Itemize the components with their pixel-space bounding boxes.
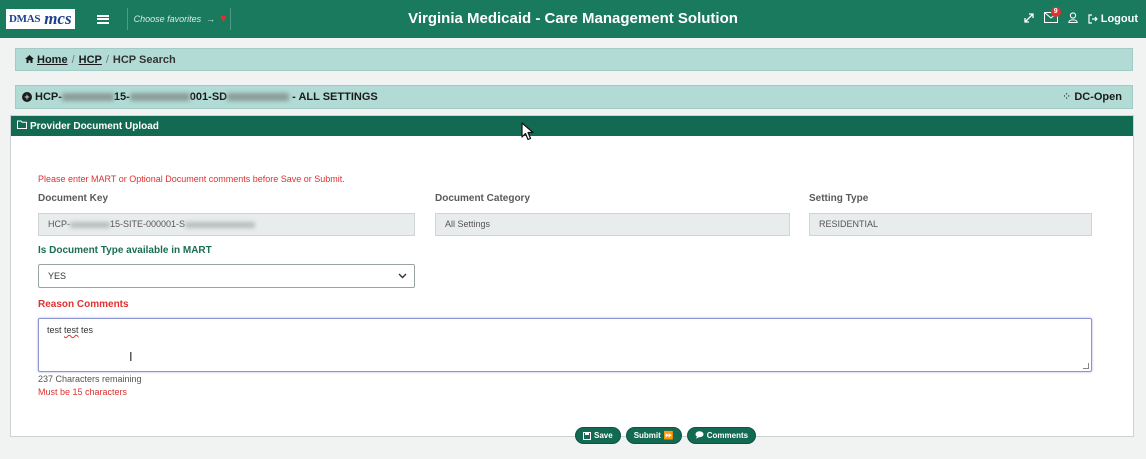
logo-mcs-text: mcs <box>43 9 75 29</box>
save-icon <box>583 431 591 440</box>
redacted-block <box>129 93 190 101</box>
redacted-block <box>61 93 114 101</box>
hcp-id-prefix: HCP- <box>35 91 62 103</box>
comments-button[interactable]: Comments <box>686 427 757 444</box>
breadcrumb-home-link[interactable]: Home <box>37 54 68 66</box>
expand-plus-icon[interactable]: + <box>22 92 32 102</box>
mart-availability-select[interactable]: YES <box>38 264 415 288</box>
reason-text-misspelled: test <box>64 325 79 335</box>
breadcrumb: Home / HCP / HCP Search <box>15 48 1133 71</box>
logout-label: Logout <box>1100 13 1138 25</box>
hcp-header: + HCP- 15- 001-SD - ALL SETTINGS ⁘ DC-Op… <box>15 85 1133 109</box>
status-indicator: ⁘ DC-Open <box>1062 86 1122 108</box>
submit-button[interactable]: Submit ⏩ <box>625 427 682 444</box>
save-button[interactable]: Save <box>575 427 621 444</box>
status-label: DC-Open <box>1074 91 1122 103</box>
chevron-down-icon <box>398 265 407 296</box>
comment-icon <box>695 430 704 441</box>
mart-availability-label: Is Document Type available in MART <box>38 245 212 256</box>
action-buttons: Save Submit ⏩ Comments <box>575 427 757 444</box>
provider-document-upload-panel: Provider Document Upload Please enter MA… <box>10 115 1134 444</box>
validation-message: Must be 15 characters <box>38 387 128 397</box>
redacted-block <box>227 93 290 101</box>
expand-icon[interactable] <box>1024 12 1034 26</box>
panel-header: Provider Document Upload <box>11 116 1133 136</box>
logout-button[interactable]: Logout <box>1088 13 1138 25</box>
mail-count-badge: 9 <box>1050 7 1061 17</box>
document-category-label: Document Category <box>435 193 531 204</box>
mouse-pointer-icon <box>521 122 534 141</box>
heart-icon: ♥ <box>220 13 227 25</box>
favorites-placeholder: Choose favorites <box>133 14 202 24</box>
text-cursor-icon: I <box>129 349 133 364</box>
hcp-id-suffix: - ALL SETTINGS <box>289 91 378 103</box>
folder-icon <box>17 120 27 132</box>
logo-dmas-text: DMAS <box>6 9 44 29</box>
reason-text-part1: test <box>47 325 65 335</box>
fast-forward-icon: ⏩ <box>663 431 674 440</box>
setting-type-label: Setting Type <box>809 193 869 204</box>
spinner-icon: ⁘ <box>1062 91 1072 103</box>
breadcrumb-separator: / <box>105 53 109 66</box>
mail-icon[interactable]: 9 <box>1043 7 1061 26</box>
document-category-field: All Settings <box>435 213 790 236</box>
document-key-field: HCP- 15-SITE-000001-S <box>38 213 415 236</box>
reason-comments-label: Reason Comments <box>38 299 129 310</box>
redacted-block <box>70 221 110 228</box>
hcp-id-part2: 001-SD <box>189 91 228 103</box>
chars-remaining: 237 Characters remaining <box>38 374 142 384</box>
menu-icon[interactable] <box>96 14 109 24</box>
redacted-block <box>185 221 256 228</box>
setting-type-field: RESIDENTIAL <box>809 213 1092 236</box>
resize-handle[interactable] <box>1083 363 1089 369</box>
arrow-right-icon: → <box>206 14 216 24</box>
breadcrumb-hcp-link[interactable]: HCP <box>79 54 102 66</box>
comments-label: Comments <box>706 431 749 440</box>
mart-selected-value: YES <box>48 271 67 281</box>
reason-text-part3: tes <box>78 325 94 335</box>
breadcrumb-current: HCP Search <box>112 53 176 66</box>
save-label: Save <box>594 431 613 440</box>
warning-message: Please enter MART or Optional Document c… <box>38 174 345 184</box>
document-key-label: Document Key <box>38 193 109 204</box>
favorites-dropdown[interactable]: Choose favorites → ♥ <box>126 8 231 30</box>
top-navbar: DMAS mcs Choose favorites → ♥ Virginia M… <box>0 0 1146 38</box>
dmas-mcs-logo[interactable]: DMAS mcs <box>6 6 75 32</box>
logout-icon <box>1088 14 1098 24</box>
user-icon[interactable] <box>1067 12 1078 26</box>
reason-comments-textarea[interactable]: test test tes I <box>38 318 1092 372</box>
breadcrumb-separator: / <box>71 53 75 66</box>
hcp-id-part1: 15- <box>113 91 130 103</box>
document-key-middle: 15-SITE-000001-S <box>110 219 186 229</box>
submit-label: Submit <box>633 431 661 440</box>
home-icon <box>25 54 34 66</box>
document-key-prefix: HCP- <box>48 219 70 229</box>
panel-title: Provider Document Upload <box>30 120 159 132</box>
